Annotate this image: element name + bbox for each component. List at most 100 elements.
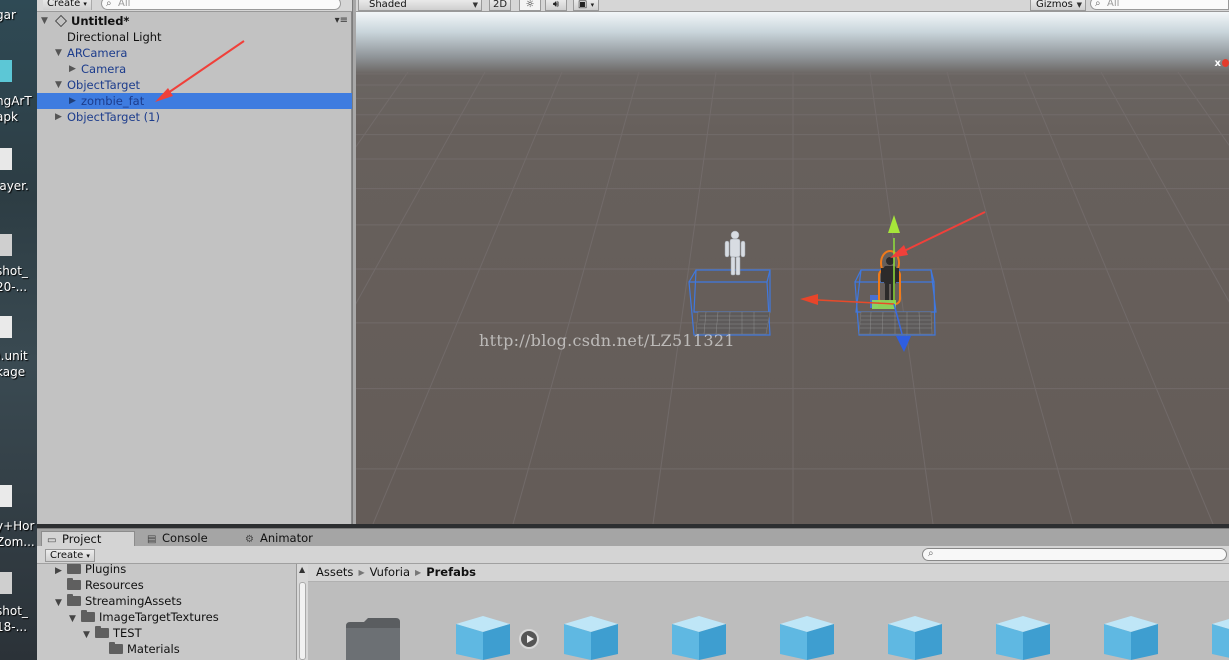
- prefab-cube-icon[interactable]: [1102, 614, 1160, 660]
- scene-lighting-toggle[interactable]: ☼: [519, 0, 541, 11]
- hierarchy-item-label: Camera: [81, 62, 127, 76]
- gizmos-dropdown[interactable]: Gizmos ▼: [1030, 0, 1086, 11]
- annotation-arrow: [890, 211, 986, 258]
- scroll-up-icon[interactable]: ▲: [299, 565, 305, 574]
- context-menu-icon[interactable]: ▾≡: [335, 13, 348, 29]
- folder-tree-scrollbar[interactable]: ▲: [296, 564, 308, 660]
- bottom-tab-bar: ▭ Project ▤ Console ⚙ Animator: [37, 528, 1229, 547]
- document-file-icon[interactable]: [0, 148, 12, 170]
- search-icon: ⌕: [1095, 0, 1101, 9]
- hierarchy-toolbar: Create ▾ ⌕ All: [37, 0, 354, 12]
- unity-package-icon[interactable]: [0, 485, 12, 507]
- folder-asset-icon[interactable]: [344, 614, 402, 660]
- prefab-cube-icon[interactable]: [886, 614, 944, 660]
- desktop-label[interactable]: 20-...: [0, 280, 27, 294]
- desktop-label[interactable]: apk: [0, 110, 18, 124]
- prefab-cube-icon[interactable]: [994, 614, 1052, 660]
- hierarchy-item-label: ObjectTarget: [67, 78, 141, 92]
- search-icon: ⌕: [928, 548, 934, 559]
- scene-canvas[interactable]: [356, 12, 1229, 524]
- desktop-label[interactable]: Zom...: [0, 535, 35, 549]
- shading-mode-dropdown[interactable]: Shaded ▼: [358, 0, 482, 11]
- prefab-cube-icon[interactable]: [1210, 614, 1229, 660]
- project-search-input[interactable]: ⌕: [922, 548, 1227, 561]
- hierarchy-search-input[interactable]: ⌕ All: [101, 0, 341, 10]
- desktop-strip: gar ngArT apk layer. shot_ 20-... ).unit…: [0, 0, 37, 660]
- expand-arrow-icon[interactable]: ▼: [41, 13, 51, 29]
- breadcrumb: Assets ▶ Vuforia ▶ Prefabs: [308, 564, 1229, 582]
- unity-package-icon[interactable]: [0, 316, 12, 338]
- folder-icon: [95, 626, 109, 638]
- prefab-cube-icon[interactable]: [454, 614, 512, 660]
- hierarchy-item-arcamera[interactable]: ▼ ARCamera: [37, 45, 352, 61]
- prefab-cube-icon[interactable]: [562, 614, 620, 660]
- folder-item-imagetargettextures[interactable]: ▼ ImageTargetTextures: [69, 609, 219, 625]
- collapse-arrow-icon[interactable]: ▶: [55, 109, 65, 125]
- desktop-label[interactable]: ).unit: [0, 349, 28, 363]
- scene-search-input[interactable]: ⌕ All: [1090, 0, 1229, 10]
- screenshot-file-icon[interactable]: [0, 234, 12, 256]
- hierarchy-item-label: zombie_fat: [81, 94, 145, 108]
- hierarchy-item-label: ObjectTarget (1): [67, 110, 160, 124]
- breadcrumb-item[interactable]: Vuforia: [370, 565, 410, 579]
- folder-item-plugins[interactable]: ▶ Plugins: [55, 564, 126, 577]
- play-icon[interactable]: [519, 629, 539, 649]
- folder-item-streamingassets[interactable]: ▼ StreamingAssets: [55, 593, 182, 609]
- folder-item-resources[interactable]: Resources: [67, 577, 144, 593]
- desktop-label[interactable]: y+Hor: [0, 519, 34, 533]
- selected-zombie-model[interactable]: [870, 250, 901, 309]
- ground-grid: [356, 71, 1229, 524]
- folder-icon: [67, 578, 81, 590]
- tab-animator[interactable]: ⚙ Animator: [240, 531, 340, 547]
- toggle-2d-button[interactable]: 2D: [489, 0, 511, 11]
- folder-icon: [109, 642, 123, 654]
- hierarchy-item-label: ARCamera: [67, 46, 128, 60]
- collapse-arrow-icon[interactable]: ▶: [69, 93, 79, 109]
- scene-viewport[interactable]: http://blog.csdn.net/LZ511321 x: [356, 12, 1229, 524]
- desktop-label[interactable]: ngArT: [0, 94, 32, 108]
- hierarchy-create-button[interactable]: Create ▾: [43, 0, 92, 10]
- scene-effects-dropdown[interactable]: ▣ ▾: [573, 0, 599, 11]
- watermark-text: http://blog.csdn.net/LZ511321: [479, 331, 735, 350]
- expand-arrow-icon[interactable]: ▼: [83, 627, 95, 643]
- tab-project[interactable]: ▭ Project: [41, 531, 135, 547]
- character-model[interactable]: [724, 230, 746, 276]
- breadcrumb-current[interactable]: Prefabs: [426, 565, 476, 579]
- hierarchy-item-objecttarget-1[interactable]: ▶ ObjectTarget (1): [37, 109, 352, 125]
- close-icon[interactable]: x: [1215, 58, 1221, 69]
- expand-arrow-icon[interactable]: ▼: [55, 595, 67, 611]
- folder-item-materials[interactable]: Materials: [109, 641, 180, 657]
- screenshot-file-icon[interactable]: [0, 572, 12, 594]
- hierarchy-item-zombie-fat[interactable]: ▶ zombie_fat: [37, 93, 352, 109]
- scrollbar-thumb[interactable]: [299, 582, 306, 660]
- collapse-arrow-icon[interactable]: ▶: [55, 564, 67, 579]
- tab-console[interactable]: ▤ Console: [142, 531, 232, 547]
- desktop-label[interactable]: gar: [0, 8, 16, 22]
- project-create-button[interactable]: Create ▾: [45, 549, 95, 562]
- console-icon: ▤: [147, 534, 157, 545]
- scene-header[interactable]: ▼ Untitled* ▾≡: [37, 13, 352, 29]
- hierarchy-item-directional-light[interactable]: Directional Light: [37, 29, 352, 45]
- expand-arrow-icon[interactable]: ▼: [55, 77, 65, 93]
- desktop-label[interactable]: kage: [0, 365, 25, 379]
- folder-icon: [81, 610, 95, 622]
- unity-scene-icon: [55, 13, 70, 29]
- desktop-label[interactable]: shot_: [0, 604, 28, 618]
- apk-file-icon[interactable]: [0, 60, 12, 82]
- hierarchy-item-objecttarget[interactable]: ▼ ObjectTarget: [37, 77, 352, 93]
- project-folder-tree: ▶ Plugins Resources ▼ StreamingAssets ▼ Ima…: [37, 564, 296, 660]
- scene-audio-toggle[interactable]: 🔊︎: [545, 0, 567, 11]
- prefab-cube-icon[interactable]: [670, 614, 728, 660]
- breadcrumb-item[interactable]: Assets: [316, 565, 353, 579]
- object-target-bounds[interactable]: [688, 269, 771, 336]
- expand-arrow-icon[interactable]: ▼: [69, 611, 81, 627]
- desktop-label[interactable]: shot_: [0, 264, 28, 278]
- desktop-label[interactable]: 18-...: [0, 620, 27, 634]
- hierarchy-item-camera[interactable]: ▶ Camera: [37, 61, 352, 77]
- scene-name: Untitled*: [71, 14, 130, 28]
- folder-item-test[interactable]: ▼ TEST: [83, 625, 142, 641]
- expand-arrow-icon[interactable]: ▼: [55, 45, 65, 61]
- collapse-arrow-icon[interactable]: ▶: [69, 61, 79, 77]
- prefab-cube-icon[interactable]: [778, 614, 836, 660]
- desktop-label[interactable]: layer.: [0, 179, 29, 193]
